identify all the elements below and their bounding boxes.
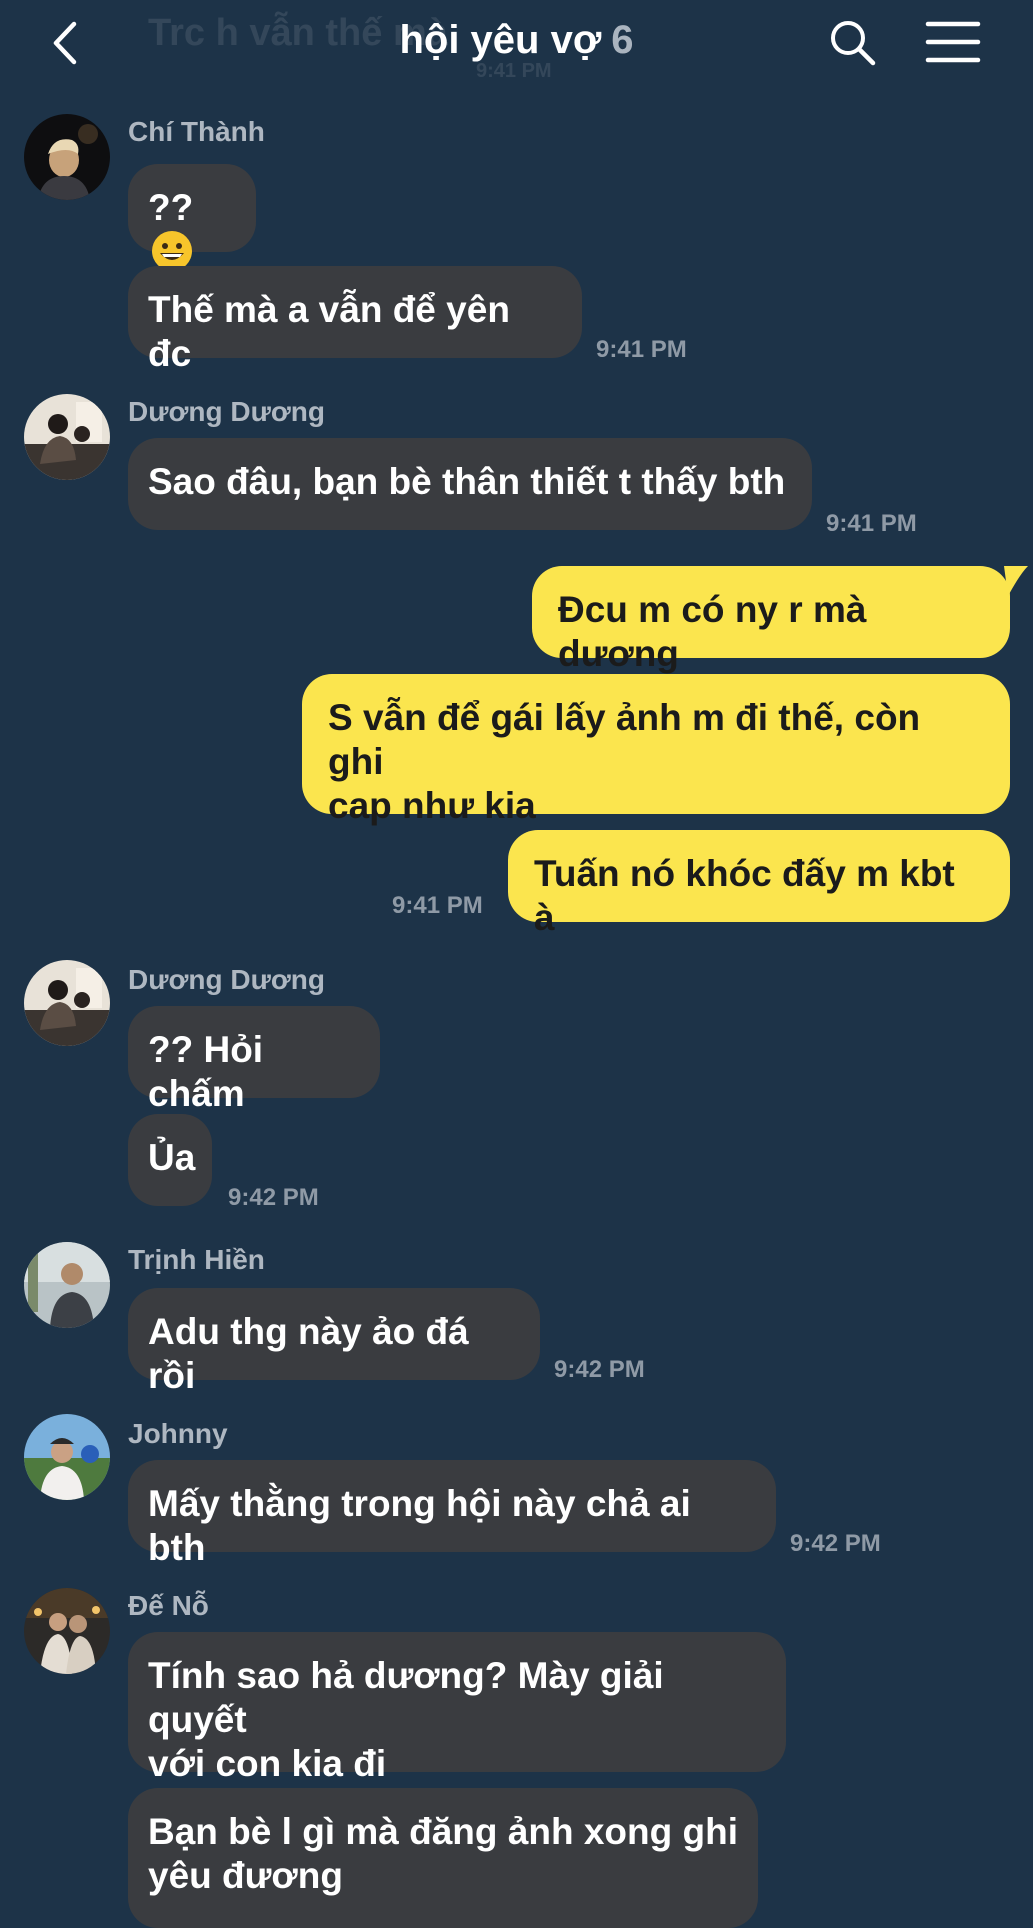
member-count: 6 — [611, 18, 634, 62]
sender-name: Dương Dương — [128, 964, 325, 995]
message-text: Tuấn nó khóc đấy m kbt à — [534, 853, 955, 938]
avatar-de-no[interactable] — [24, 1588, 110, 1674]
message-bubble[interactable]: Adu thg này ảo đá rồi — [128, 1288, 540, 1396]
message-bubble[interactable]: Tính sao hả dương? Mày giải quyết với co… — [128, 1632, 786, 1784]
avatar-duong-duong[interactable] — [24, 394, 110, 480]
message-time: 9:42 PM — [554, 1356, 645, 1383]
group-name: hội yêu vợ — [399, 18, 602, 62]
message-time: 9:42 PM — [228, 1184, 319, 1211]
message-line: cap như kia — [328, 785, 536, 826]
message-bubble[interactable]: ?? — [128, 164, 256, 272]
message-text: ?? — [148, 187, 194, 228]
avatar-chi-thanh[interactable] — [24, 114, 110, 200]
hamburger-menu-icon — [925, 21, 981, 63]
message-line: Tính sao hả dương? Mày giải quyết — [148, 1655, 664, 1740]
message-line: Bạn bè l gì mà đăng ảnh xong ghi — [148, 1811, 738, 1852]
chat-title: hội yêu vợ 6 — [0, 18, 1033, 63]
message-line: với con kia đi — [148, 1743, 387, 1784]
sender-name: Chí Thành — [128, 116, 265, 147]
avatar-duong-duong[interactable] — [24, 960, 110, 1046]
search-button[interactable] — [828, 18, 878, 68]
message-text: ?? Hỏi chấm — [148, 1029, 264, 1114]
outgoing-message-bubble[interactable]: S vẫn để gái lấy ảnh m đi thế, còn ghi c… — [302, 674, 1010, 826]
message-bubble[interactable]: ?? Hỏi chấm — [128, 1006, 380, 1114]
menu-button[interactable] — [924, 18, 982, 68]
message-text: Mấy thằng trong hội này chả ai bth — [148, 1483, 691, 1568]
message-text: Đcu m có ny r mà dương — [558, 589, 867, 674]
sender-name: Johnny — [128, 1418, 228, 1449]
message-line: S vẫn để gái lấy ảnh m đi thế, còn ghi — [328, 697, 921, 782]
message-time: 9:42 PM — [790, 1530, 881, 1557]
chat-header: Trc h vẫn thế mà 9:41 PM hội yêu vợ 6 — [0, 0, 1033, 92]
message-bubble[interactable]: Ủa — [128, 1114, 212, 1206]
message-text: Ủa — [148, 1137, 196, 1178]
message-bubble[interactable]: Mấy thằng trong hội này chả ai bth — [128, 1460, 776, 1568]
sender-name: Trịnh Hiền — [128, 1244, 265, 1275]
message-bubble[interactable]: Sao đâu, bạn bè thân thiết t thấy bth — [128, 438, 812, 530]
message-bubble[interactable]: Thế mà a vẫn để yên đc — [128, 266, 582, 374]
outgoing-message-bubble[interactable]: Đcu m có ny r mà dương — [532, 566, 1010, 674]
message-text: Adu thg này ảo đá rồi — [148, 1311, 469, 1396]
message-bubble[interactable]: Bạn bè l gì mà đăng ảnh xong ghi yêu đươ… — [128, 1788, 758, 1928]
avatar-trinh-hien[interactable] — [24, 1242, 110, 1328]
message-time: 9:41 PM — [826, 510, 917, 537]
outgoing-message-bubble[interactable]: Tuấn nó khóc đấy m kbt à — [508, 830, 1010, 938]
search-icon — [831, 21, 876, 66]
message-text: Thế mà a vẫn để yên đc — [148, 289, 510, 374]
message-time: 9:41 PM — [392, 892, 483, 919]
sender-name: Dương Dương — [128, 396, 325, 427]
message-line: yêu đương — [148, 1855, 343, 1896]
scrolled-time-ghost: 9:41 PM — [476, 60, 552, 82]
message-time: 9:41 PM — [596, 336, 687, 363]
avatar-johnny[interactable] — [24, 1414, 110, 1500]
message-text: Sao đâu, bạn bè thân thiết t thấy bth — [148, 461, 786, 502]
sender-name: Đế Nỗ — [128, 1590, 209, 1621]
